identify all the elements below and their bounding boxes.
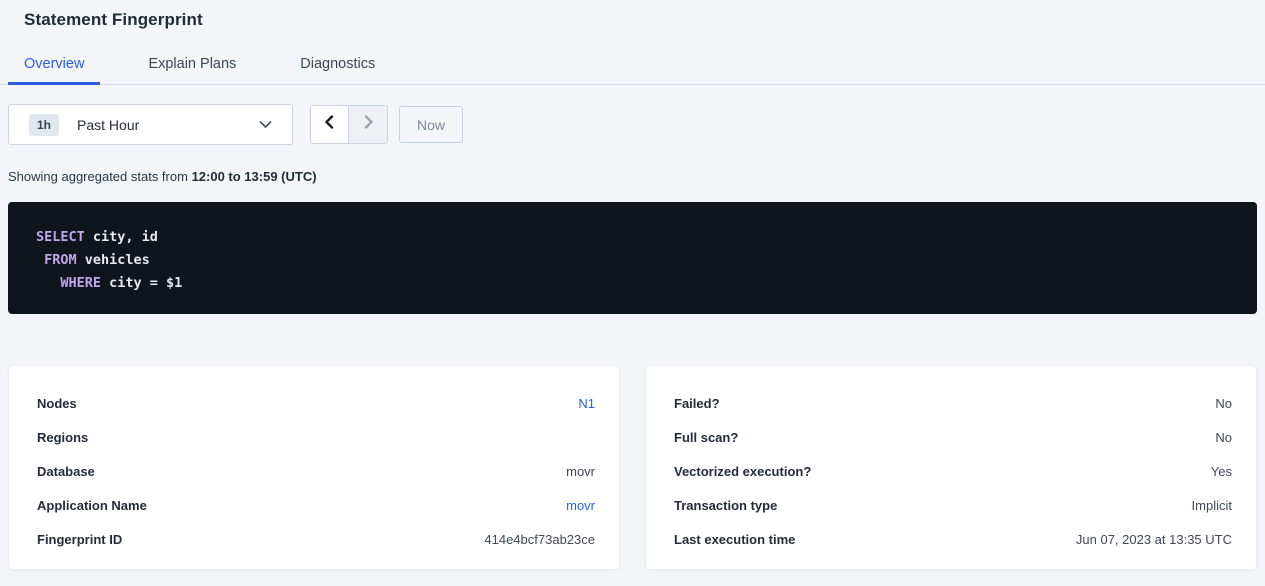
row-label: Fingerprint ID — [37, 532, 122, 547]
row-label: Full scan? — [674, 430, 738, 445]
sql-keyword: SELECT — [36, 229, 85, 245]
sql-keyword: FROM — [44, 252, 77, 268]
row-value-link[interactable]: N1 — [578, 396, 595, 411]
card-row: Last execution time Jun 07, 2023 at 13:35… — [674, 522, 1232, 556]
row-value: movr — [566, 464, 595, 479]
card-row: Application Name movr — [37, 488, 595, 522]
sql-line: FROM vehicles — [36, 249, 1229, 272]
row-value: No — [1215, 430, 1232, 445]
aggregated-stats-note: Showing aggregated stats from 12:00 to 1… — [8, 169, 1257, 184]
row-value: No — [1215, 396, 1232, 411]
row-label: Failed? — [674, 396, 720, 411]
row-value-link[interactable]: movr — [566, 498, 595, 513]
card-row: Fingerprint ID 414e4bcf73ab23ce — [37, 522, 595, 556]
sql-code: SELECT city, id FROM vehicles WHERE city… — [36, 226, 1229, 295]
time-range-dropdown[interactable]: 1h Past Hour — [8, 104, 293, 145]
summary-card: Failed? No Full scan? No Vectorized executio… — [645, 365, 1257, 570]
row-value: Yes — [1211, 464, 1232, 479]
next-range-button[interactable] — [349, 106, 387, 143]
sql-line: SELECT city, id — [36, 226, 1229, 249]
row-label: Vectorized execution? — [674, 464, 811, 479]
sql-text — [36, 275, 60, 291]
chevron-right-icon — [360, 114, 376, 135]
row-value: Jun 07, 2023 at 13:35 UTC — [1076, 532, 1232, 547]
now-button[interactable]: Now — [399, 106, 463, 143]
card-row: Transaction type Implicit — [674, 488, 1232, 522]
sql-text: city = $1 — [101, 275, 182, 291]
time-range-label: Past Hour — [77, 117, 139, 133]
row-label: Database — [37, 464, 95, 479]
chevron-down-icon — [259, 120, 272, 129]
sql-text: vehicles — [77, 252, 150, 268]
sql-text: city, id — [85, 229, 158, 245]
card-row: Database movr — [37, 454, 595, 488]
stats-note-prefix: Showing aggregated stats from — [8, 169, 192, 184]
sql-text — [36, 252, 44, 268]
card-row: Full scan? No — [674, 420, 1232, 454]
summary-cards: NodesN1RegionsDatabasemovrApplication Na… — [8, 365, 1257, 570]
tab-explain-plans[interactable]: Explain Plans — [132, 48, 252, 85]
time-range-badge: 1h — [29, 114, 59, 136]
prev-range-button[interactable] — [311, 106, 349, 143]
chevron-left-icon — [322, 114, 338, 135]
sql-keyword: WHERE — [60, 275, 101, 291]
row-label: Last execution time — [674, 532, 795, 547]
row-label: Transaction type — [674, 498, 777, 513]
summary-card: NodesN1RegionsDatabasemovrApplication Na… — [8, 365, 620, 570]
time-picker-controls: 1h Past Hour Now — [8, 104, 1257, 145]
tab-diagnostics[interactable]: Diagnostics — [284, 48, 391, 85]
statement-fingerprint-page: Statement Fingerprint Overview Explain Pl… — [0, 0, 1265, 586]
card-row: Vectorized execution? Yes — [674, 454, 1232, 488]
card-row: Regions — [37, 420, 595, 454]
row-value: 414e4bcf73ab23ce — [484, 532, 595, 547]
sql-line: WHERE city = $1 — [36, 272, 1229, 295]
tab-bar: Overview Explain Plans Diagnostics — [0, 48, 1265, 85]
tab-overview[interactable]: Overview — [8, 48, 100, 85]
card-row: Nodes N1 — [37, 386, 595, 420]
page-header: Statement Fingerprint — [0, 0, 1265, 30]
row-label: Application Name — [37, 498, 147, 513]
row-value: Implicit — [1192, 498, 1232, 513]
stats-note-range: 12:00 to 13:59 (UTC) — [192, 169, 317, 184]
sql-box: SELECT city, id FROM vehicles WHERE city… — [8, 202, 1257, 314]
time-step-group — [310, 105, 388, 144]
row-label: Regions — [37, 430, 88, 445]
page-title: Statement Fingerprint — [24, 10, 1241, 30]
row-label: Nodes — [37, 396, 77, 411]
card-row: Failed? No — [674, 386, 1232, 420]
